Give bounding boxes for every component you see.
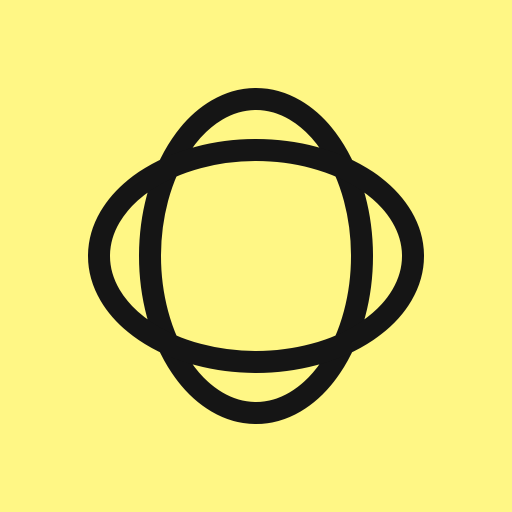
interlocking-ellipses-logo-icon: [0, 0, 512, 512]
app-icon-tile: [0, 0, 512, 512]
icon-background: [0, 0, 512, 512]
